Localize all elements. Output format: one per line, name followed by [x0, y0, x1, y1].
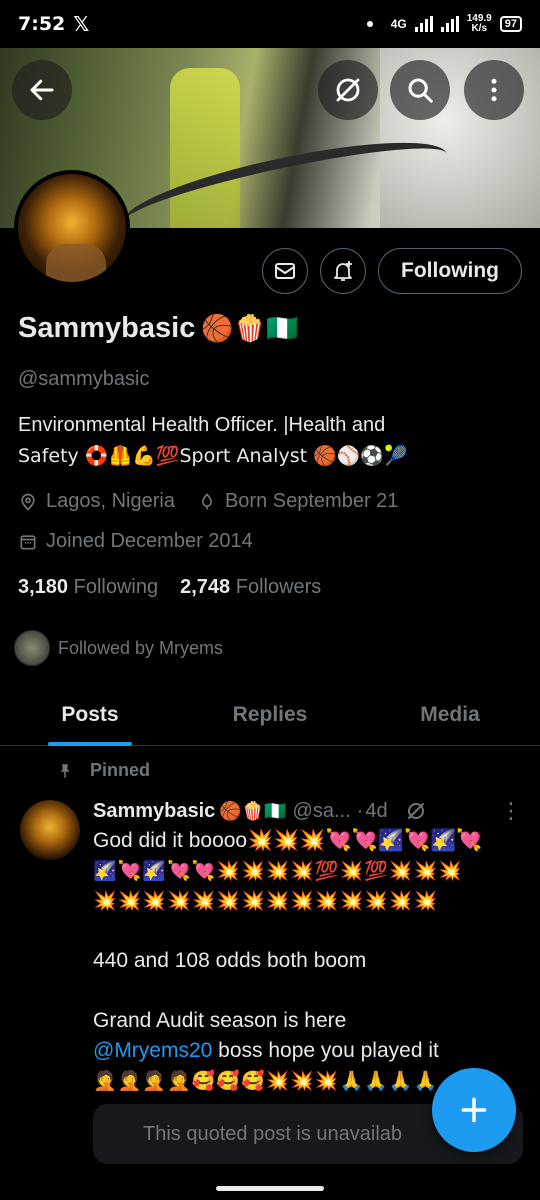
compose-post-button[interactable]	[432, 1068, 516, 1152]
post-emoji-line-2: 💥💥💥💥💥💥💥💥💥💥💥💥💥💥	[93, 890, 439, 912]
profile-name: Sammybasic	[18, 312, 196, 344]
bell-plus-icon	[334, 261, 353, 281]
followed-by[interactable]: Followed by Mryems	[14, 630, 223, 666]
followers-label: Followers	[235, 576, 322, 598]
post-author-avatar[interactable]	[20, 800, 80, 860]
back-button[interactable]	[12, 60, 72, 120]
plus-icon	[461, 1097, 487, 1123]
signal-icon	[414, 16, 433, 32]
status-time: 7:52	[18, 13, 66, 35]
profile-joined-row: Joined December 2014	[18, 530, 253, 553]
profile-avatar[interactable]	[14, 170, 130, 286]
signal-2-icon	[440, 16, 459, 32]
post-text-line-4-rest: boss hope you played it	[212, 1039, 439, 1062]
status-right: 4G 149.9 K/s 97	[366, 14, 522, 34]
calendar-icon	[20, 534, 36, 549]
search-icon	[408, 78, 433, 103]
location-icon	[21, 493, 35, 511]
notifications-button[interactable]	[320, 248, 367, 294]
following-count: 3,180	[18, 576, 69, 598]
following-label: Following	[73, 576, 159, 598]
profile-actions: Following	[262, 248, 522, 294]
arrow-left-icon	[30, 79, 54, 101]
post-author-name[interactable]: Sammybasic	[93, 800, 215, 823]
followers-count: 2,748	[180, 576, 231, 598]
home-indicator[interactable]	[216, 1186, 324, 1191]
message-button[interactable]	[262, 248, 309, 294]
following-button[interactable]: Following	[378, 248, 522, 294]
post-more-icon[interactable]: ⋮	[500, 798, 522, 824]
tab-replies[interactable]: Replies	[180, 684, 360, 745]
post-header: Sammybasic 🏀🍿🇳🇬 @sa... · 4d ⋮	[93, 798, 522, 824]
profile-joined: Joined December 2014	[46, 530, 253, 552]
pin-icon	[60, 763, 70, 778]
birthday-icon	[201, 492, 212, 509]
post-text-line-2: 440 and 108 odds both boom	[93, 949, 367, 972]
post-author-emojis: 🏀🍿🇳🇬	[219, 800, 287, 822]
profile-name-emojis: 🏀🍿🇳🇬	[201, 313, 299, 344]
search-button[interactable]	[390, 60, 450, 120]
profile-handle: @sammybasic	[18, 368, 150, 390]
more-button[interactable]	[464, 60, 524, 120]
post-time[interactable]: 4d	[365, 800, 387, 823]
profile-tabs: Posts Replies Media	[0, 684, 540, 746]
post-text: God did it boooo💥💥💥💘💘🌠💘🌠💘 🌠💘🌠💘💘💥💥💥💥💯💥💯💥💥…	[93, 826, 523, 1096]
x-logo-icon: 𝕏	[73, 13, 90, 36]
battery-icon: 97	[499, 16, 522, 32]
post-mention-link[interactable]: @Mryems20	[93, 1039, 212, 1062]
profile-meta-row: Lagos, Nigeria Born September 21	[18, 490, 398, 513]
status-bar: 7:52 𝕏 4G 149.9 K/s 97	[0, 0, 540, 48]
bio-line-2: Safety 🛟🦺💪💯Sport Analyst 🏀⚾⚽🎾	[18, 445, 408, 467]
network-type: 4G	[390, 17, 407, 31]
post-separator: ·	[356, 799, 364, 822]
tab-media[interactable]: Media	[360, 684, 540, 745]
follower-avatar	[14, 630, 50, 666]
grok-icon	[336, 78, 360, 102]
pinned-label-row: Pinned	[56, 760, 150, 781]
tab-posts[interactable]: Posts	[0, 684, 180, 746]
grok-icon[interactable]	[404, 799, 428, 823]
post-text-first: God did it boooo💥💥💥💘💘🌠💘🌠💘	[93, 829, 483, 852]
post-text-line-4: @Mryems20 boss hope you played it	[93, 1036, 523, 1066]
grok-button[interactable]	[318, 60, 378, 120]
net-speed-unit: K/s	[471, 23, 488, 34]
post-emoji-line-1: 🌠💘🌠💘💘💥💥💥💥💯💥💯💥💥💥	[93, 860, 463, 882]
followed-by-text: Followed by Mryems	[58, 637, 224, 658]
profile-birthday: Born September 21	[224, 490, 399, 512]
following-count-link[interactable]: 3,180 Following	[18, 576, 158, 599]
followers-count-link[interactable]: 2,748 Followers	[180, 576, 321, 599]
more-vertical-icon	[491, 78, 497, 102]
profile-location: Lagos, Nigeria	[46, 490, 175, 512]
bio-line-1: Environmental Health Officer. |Health an…	[18, 414, 386, 436]
notification-dot-icon	[366, 21, 373, 27]
envelope-icon	[275, 263, 296, 279]
follow-counts: 3,180 Following 2,748 Followers	[18, 576, 321, 599]
profile-bio: Environmental Health Officer. |Health an…	[18, 410, 518, 472]
post-author-handle: @sa...	[292, 799, 351, 822]
net-speed: 149.9 K/s	[467, 14, 492, 34]
post-text-line-3: Grand Audit season is here	[93, 1009, 347, 1032]
pinned-label: Pinned	[90, 760, 151, 780]
profile-name-row: Sammybasic 🏀🍿🇳🇬	[18, 312, 298, 345]
